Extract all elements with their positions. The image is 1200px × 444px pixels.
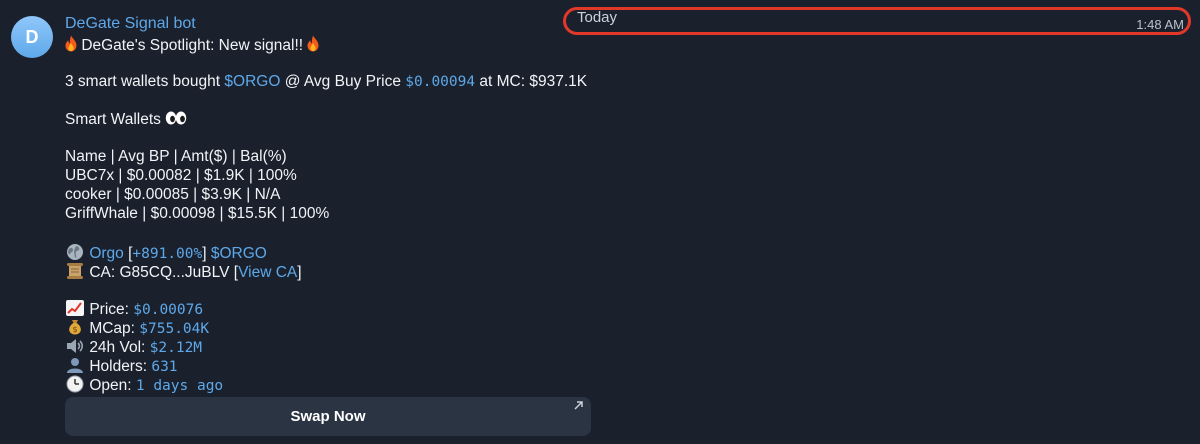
wallet-table-header: Name | Avg BP | Amt($) | Bal(%) bbox=[65, 148, 287, 166]
volume-label: 24h Vol: bbox=[89, 339, 146, 357]
mcap-value[interactable]: $755.04K bbox=[139, 321, 209, 337]
globe-icon bbox=[67, 243, 83, 260]
message-body: DeGate's Spotlight: New signal!! 3 smart… bbox=[65, 35, 625, 394]
scroll-icon bbox=[67, 262, 83, 279]
open-value[interactable]: 1 days ago bbox=[136, 378, 223, 394]
wallet-row: UBC7x | $0.00082 | $1.9K | 100% bbox=[65, 167, 297, 185]
svg-text:$: $ bbox=[72, 325, 77, 334]
buy-prefix: 3 smart wallets bought bbox=[65, 72, 221, 90]
message-time: 1:48 AM bbox=[1136, 17, 1184, 32]
buy-mid: @ Avg Buy Price bbox=[284, 72, 401, 90]
date-highlight bbox=[563, 7, 1191, 35]
holders-line: Holders: 631 bbox=[65, 356, 625, 375]
date-label: Today bbox=[577, 9, 618, 26]
contract-address: CA: G85CQ...JuBLV bbox=[89, 263, 230, 281]
buy-suffix: at MC: $937.1K bbox=[479, 72, 588, 90]
token-change[interactable]: +891.00% bbox=[132, 246, 202, 262]
fire-icon bbox=[65, 35, 77, 52]
smart-wallets-title-line: Smart Wallets bbox=[65, 111, 625, 130]
price-value[interactable]: $0.00076 bbox=[133, 302, 203, 318]
chart-increasing-icon bbox=[66, 300, 84, 317]
volume-value[interactable]: $2.12M bbox=[150, 340, 202, 356]
view-ca-link[interactable]: View CA bbox=[238, 264, 297, 281]
volume-line: 24h Vol: $2.12M bbox=[65, 337, 625, 356]
token-info-line: Orgo [+891.00%] $ORGO bbox=[65, 243, 625, 262]
price-line: Price: $0.00076 bbox=[65, 299, 625, 318]
clock-icon bbox=[66, 375, 84, 393]
mcap-line: $ MCap: $755.04K bbox=[65, 318, 625, 337]
eyes-icon bbox=[166, 111, 187, 125]
speaker-icon bbox=[67, 339, 84, 354]
open-label: Open: bbox=[89, 377, 132, 395]
money-bag-icon: $ bbox=[69, 320, 81, 335]
wallet-row: cooker | $0.00085 | $3.9K | N/A bbox=[65, 186, 281, 204]
price-label: Price: bbox=[89, 301, 129, 319]
headline-text: DeGate's Spotlight: New signal!! bbox=[81, 37, 304, 54]
mcap-label: MCap: bbox=[89, 320, 135, 338]
external-arrow-icon bbox=[574, 401, 583, 410]
user-icon bbox=[67, 358, 83, 374]
avatar[interactable]: D bbox=[11, 16, 53, 58]
headline-line: DeGate's Spotlight: New signal!! bbox=[65, 35, 625, 54]
swap-now-label: Swap Now bbox=[290, 408, 366, 425]
buy-summary-line: 3 smart wallets bought $ORGO @ Avg Buy P… bbox=[65, 73, 625, 92]
fire-icon bbox=[307, 35, 319, 52]
token-link[interactable]: $ORGO bbox=[224, 73, 280, 90]
token-ticker-link[interactable]: $ORGO bbox=[211, 245, 267, 262]
holders-value[interactable]: 631 bbox=[151, 359, 177, 375]
sender-name[interactable]: DeGate Signal bot bbox=[65, 14, 196, 34]
holders-label: Holders: bbox=[89, 358, 148, 376]
token-name-link[interactable]: Orgo bbox=[89, 245, 123, 262]
wallet-row: GriffWhale | $0.00098 | $15.5K | 100% bbox=[65, 205, 330, 223]
open-line: Open: 1 days ago bbox=[65, 375, 625, 394]
contract-line: CA: G85CQ...JuBLV [View CA] bbox=[65, 262, 625, 281]
swap-now-button[interactable]: Swap Now bbox=[65, 397, 591, 436]
smart-wallets-title: Smart Wallets bbox=[65, 110, 161, 128]
avg-price-value[interactable]: $0.00094 bbox=[405, 74, 475, 90]
